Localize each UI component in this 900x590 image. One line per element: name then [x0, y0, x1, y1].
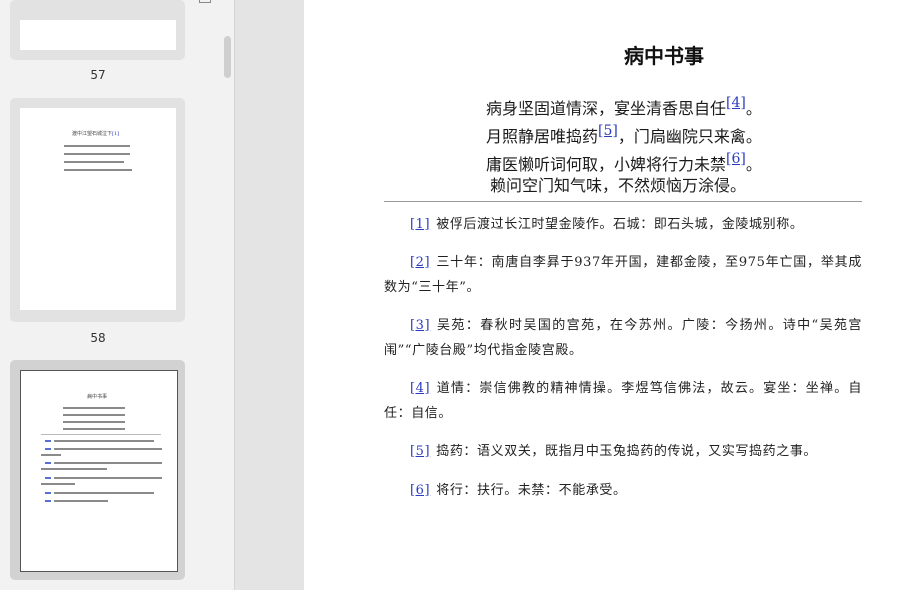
- poem-line: 病身坚固道情深，宴坐清香思自任[4]。: [486, 95, 762, 119]
- thumbnail-text-line: [63, 407, 125, 409]
- footnote-link[interactable]: [4]: [726, 95, 746, 111]
- sidebar-scrollbar[interactable]: [224, 36, 231, 78]
- thumbnail-text-line: [41, 468, 107, 470]
- poem-line: 赖问空门知气味，不然烦恼万涂侵。: [490, 172, 746, 196]
- footnote-number[interactable]: [5]: [410, 444, 430, 459]
- thumbnail-text-line: [63, 414, 125, 416]
- poem-text: 病身坚固道情深，宴坐清香思自任: [486, 99, 727, 118]
- thumbnail-page-preview: [20, 20, 176, 50]
- thumbnail-text-line: [54, 492, 154, 494]
- collapse-icon[interactable]: [199, 0, 211, 3]
- thumbnail-text-line: [54, 462, 162, 464]
- thumbnail-note-ref: [45, 500, 51, 502]
- thumbnail-title: 渡中江望石城泣下[1]: [72, 131, 120, 137]
- footnote-divider: [384, 201, 862, 202]
- footnote-link[interactable]: [5]: [598, 123, 618, 139]
- footnote-item: [4] 道情：崇信佛教的精神情操。李煜笃信佛法，故云。宴坐：坐禅。自任：自信。: [384, 376, 862, 426]
- footnote-number[interactable]: [2]: [410, 255, 430, 270]
- footnote-text: 三十年：南唐自李昪于937年开国，建都金陵，至975年亡国，举其成数为“三十年”…: [384, 255, 862, 295]
- footnote-text: 吴苑：春秋时吴国的宫苑，在今苏州。广陵：今扬州。诗中“吴苑宫闱”“广陵台殿”均代…: [384, 318, 862, 358]
- thumbnail-text-line: [41, 483, 75, 485]
- thumbnail-page-preview: 病中书事: [20, 370, 178, 572]
- thumbnail-note-ref: [45, 477, 51, 479]
- poem-text: 月照静居唯捣药: [486, 127, 599, 146]
- footnote-number[interactable]: [3]: [410, 318, 430, 333]
- thumbnail-text-line: [63, 421, 125, 423]
- thumbnail-text-line: [41, 454, 61, 456]
- thumbnail-page-number: 57: [90, 68, 106, 82]
- thumbnail-text-line: [64, 161, 124, 163]
- thumbnail-text-line: [63, 428, 125, 430]
- footnote-item: [6] 将行：扶行。未禁：不能承受。: [384, 478, 862, 503]
- thumbnail-note-ref: [45, 492, 51, 494]
- thumbnail-text-line: [64, 153, 130, 155]
- footnote-item: [5] 捣药：语义双关，既指月中玉兔捣药的传说，又实写捣药之事。: [384, 439, 862, 464]
- thumbnail-text-line: [54, 500, 108, 502]
- thumbnail-page-57[interactable]: [10, 0, 185, 60]
- footnote-link[interactable]: [6]: [726, 151, 746, 167]
- thumbnail-divider: [41, 434, 161, 435]
- footnote-text: 将行：扶行。未禁：不能承受。: [436, 483, 627, 498]
- footnote-number[interactable]: [6]: [410, 483, 430, 498]
- footnote-text: 道情：崇信佛教的精神情操。李煜笃信佛法，故云。宴坐：坐禅。自任：自信。: [384, 381, 862, 421]
- poem-text: 赖问空门知气味，不然烦恼万涂侵。: [490, 176, 747, 195]
- footnote-number[interactable]: [1]: [410, 217, 430, 232]
- thumbnail-page-58[interactable]: 渡中江望石城泣下[1]: [10, 98, 185, 322]
- thumbnail-text-line: [64, 145, 130, 147]
- thumbnail-current-page[interactable]: 病中书事: [10, 360, 185, 580]
- footnote-text: 被俘后渡过长江时望金陵作。石城：即石头城，金陵城别称。: [436, 217, 804, 232]
- poem-line: 月照静居唯捣药[5]，门扃幽院只来禽。: [486, 123, 762, 147]
- poem-punct: ，门扃幽院只来禽。: [617, 127, 762, 146]
- thumbnail-page-preview: 渡中江望石城泣下[1]: [20, 108, 176, 310]
- footnote-text: 捣药：语义双关，既指月中玉兔捣药的传说，又实写捣药之事。: [436, 444, 818, 459]
- thumbnail-text-line: [54, 448, 162, 450]
- footnote-item: [1] 被俘后渡过长江时望金陵作。石城：即石头城，金陵城别称。: [384, 212, 862, 237]
- thumbnail-note-ref: [45, 448, 51, 450]
- footnote-number[interactable]: [4]: [410, 381, 430, 396]
- thumbnail-text-line: [54, 440, 154, 442]
- thumbnail-title: 病中书事: [87, 394, 108, 400]
- thumbnail-text-line: [54, 477, 162, 479]
- thumbnail-page-number: 58: [90, 331, 106, 345]
- page-title: 病中书事: [624, 44, 704, 68]
- footnote-item: [3] 吴苑：春秋时吴国的宫苑，在今苏州。广陵：今扬州。诗中“吴苑宫闱”“广陵台殿…: [384, 313, 862, 363]
- footnote-item: [2] 三十年：南唐自李昪于937年开国，建都金陵，至975年亡国，举其成数为“三…: [384, 250, 862, 300]
- thumbnail-note-ref: [45, 462, 51, 464]
- thumbnail-sidebar: 57 渡中江望石城泣下[1] 58 病中书事: [0, 0, 235, 590]
- thumbnail-text-line: [64, 169, 132, 171]
- poem-punct: 。: [745, 155, 762, 174]
- thumbnail-note-ref: [45, 440, 51, 442]
- poem-punct: 。: [745, 99, 762, 118]
